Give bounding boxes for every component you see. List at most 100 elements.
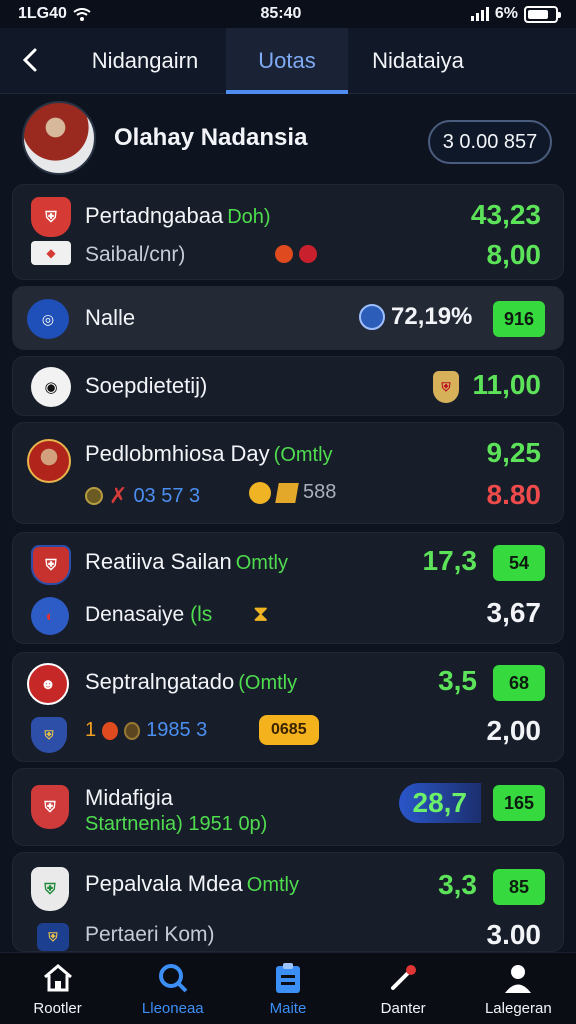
- battery-percent: 6%: [494, 5, 518, 22]
- profile-name: Olahay Nadansia: [114, 124, 308, 151]
- item-title: Midafigia: [85, 785, 174, 810]
- clock: 85:40: [260, 5, 302, 22]
- status-bar: 1LG40 85:40 6%: [0, 0, 576, 28]
- item-subtitle: (Omtly: [273, 444, 333, 466]
- flame-icon: [102, 721, 119, 740]
- player-avatar: [27, 439, 71, 483]
- wifi-icon: [73, 7, 91, 21]
- bottom-navigation: Rootler Lleoneaa Maite Danter Lalegeran: [0, 952, 576, 1024]
- signal-icon: [470, 7, 489, 21]
- pen-icon: [385, 960, 421, 996]
- primary-value: 9,25: [486, 437, 542, 468]
- club-crest-icon: ⛨: [433, 371, 459, 403]
- club-logo-icon: ◉: [31, 367, 71, 407]
- list-item[interactable]: ⛨ Midafigia Startnenia) 1951 0p) 28,7 16…: [12, 768, 564, 846]
- nav-edit[interactable]: Danter: [348, 960, 458, 1017]
- item-secondary: Startnenia) 1951 0p): [85, 813, 268, 835]
- inline-code: 03 57 3: [133, 484, 201, 507]
- score-pill: 165: [493, 785, 545, 821]
- list-item[interactable]: ⛨ Pertadngabaa Doh) ◆ Saibal/cnr) 43,23 8…: [12, 184, 564, 280]
- list-item[interactable]: ◎ Nalle 72,19% 916: [12, 286, 564, 350]
- medal-icon: [249, 481, 271, 504]
- nav-profile[interactable]: Lalegeran: [463, 960, 573, 1017]
- item-secondary: Saibal/cnr): [85, 243, 186, 266]
- carrier-label: 1LG40: [18, 5, 67, 22]
- secondary-value: 3,67: [486, 597, 542, 628]
- cube-icon: [275, 482, 299, 503]
- item-title: Pedlobmhiosa Day: [85, 441, 270, 466]
- club-crest-icon: ⛨: [31, 785, 69, 829]
- primary-value: 3,3: [438, 869, 477, 900]
- club-logo-icon: ◆: [31, 241, 71, 265]
- list-item[interactable]: ⛨ Reatiiva Sailan Omtly ◐ Denasaiye (ls ⧗…: [12, 532, 564, 644]
- nav-label: Danter: [380, 1000, 426, 1017]
- nav-label: Lleoneaa: [141, 1000, 204, 1017]
- profile-icon: [500, 960, 536, 996]
- inline-code: 1985 3: [146, 719, 208, 741]
- item-title: Septralngatado: [85, 669, 235, 694]
- top-navigation: Nidangairn Uotas Nidataiya: [0, 28, 576, 94]
- secondary-value: 3.00: [486, 919, 542, 950]
- tab-nidataiya[interactable]: Nidataiya: [348, 28, 488, 94]
- inline-number: 1: [85, 719, 97, 741]
- primary-value: 28,7: [398, 783, 481, 823]
- avatar: [22, 101, 96, 175]
- nav-label: Lalegeran: [484, 1000, 552, 1017]
- search-icon: [155, 960, 191, 996]
- club-logo-icon: ◐: [31, 597, 69, 635]
- item-subtitle: Omtly: [246, 874, 299, 896]
- club-crest-icon: ⛨: [31, 717, 67, 753]
- profile-header: Olahay Nadansia 3 0.00 857: [10, 96, 566, 180]
- item-title: Reatiiva Sailan: [85, 549, 232, 574]
- nav-label: Rootler: [33, 1000, 82, 1017]
- item-secondary: Denasaiye: [85, 603, 185, 626]
- item-secondary-suffix: (ls: [190, 603, 213, 626]
- back-button[interactable]: [10, 42, 50, 78]
- club-logo-icon: ☻: [27, 663, 69, 705]
- item-subtitle: Omtly: [235, 552, 288, 574]
- list-item[interactable]: ⛨ Pepalvala Mdea Omtly ⛨ Pertaeri Kom) 3,…: [12, 852, 564, 952]
- bonus-chip[interactable]: 0685: [259, 715, 319, 745]
- clipboard-icon: [270, 960, 306, 996]
- item-title: Soepdietetij): [85, 373, 208, 398]
- club-logo-icon: ⛨: [37, 923, 69, 951]
- club-crest-icon: ⛨: [31, 197, 71, 237]
- tab-nidangairn[interactable]: Nidangairn: [60, 28, 230, 94]
- primary-value: 11,00: [472, 369, 541, 400]
- score-pill: 68: [493, 665, 545, 701]
- list-item[interactable]: ☻ Septralngatado (Omtly ⛨ 1 1985 3 0685 3…: [12, 652, 564, 762]
- club-crest-icon: ⛨: [31, 867, 69, 911]
- item-title: Pertadngabaa: [85, 203, 224, 228]
- list-item[interactable]: ◉ Soepdietetij) ⛨ 11,00: [12, 356, 564, 416]
- item-title: Nalle: [85, 305, 136, 330]
- item-secondary: Pertaeri Kom): [85, 923, 215, 946]
- list-item[interactable]: Pedlobmhiosa Day (Omtly ✗ 03 57 3 588 9,2…: [12, 422, 564, 524]
- primary-value: 43,23: [470, 199, 541, 230]
- club-crest-icon: ⛨: [31, 545, 71, 585]
- inline-code-2: 588: [303, 481, 337, 503]
- secondary-value: 8.80: [486, 479, 542, 510]
- tab-uotas[interactable]: Uotas: [226, 28, 348, 94]
- nav-label: Maite: [269, 1000, 307, 1017]
- hourglass-icon: ⧗: [253, 601, 269, 626]
- primary-value: 3,5: [438, 665, 477, 696]
- cross-icon: ✗: [109, 483, 128, 508]
- home-icon: [40, 960, 76, 996]
- item-subtitle: (Omtly: [238, 672, 298, 694]
- profile-badge[interactable]: 3 0.00 857: [428, 120, 552, 164]
- score-pill: 916: [493, 301, 545, 337]
- percent-value: 72,19%: [391, 303, 473, 330]
- score-pill: 85: [493, 869, 545, 905]
- secondary-value: 2,00: [486, 715, 542, 746]
- badge-icon: [85, 487, 103, 505]
- secondary-value: 8,00: [486, 239, 542, 270]
- nav-search[interactable]: Lleoneaa: [118, 960, 228, 1017]
- club-logo-icon: ◎: [27, 299, 69, 339]
- nav-clipboard[interactable]: Maite: [233, 960, 343, 1017]
- nav-home[interactable]: Rootler: [3, 960, 113, 1017]
- item-subtitle: Doh): [227, 206, 271, 228]
- globe-icon: [359, 304, 385, 330]
- score-pill: 54: [493, 545, 545, 581]
- fire-icon: [275, 245, 317, 263]
- battery-icon: [524, 5, 561, 23]
